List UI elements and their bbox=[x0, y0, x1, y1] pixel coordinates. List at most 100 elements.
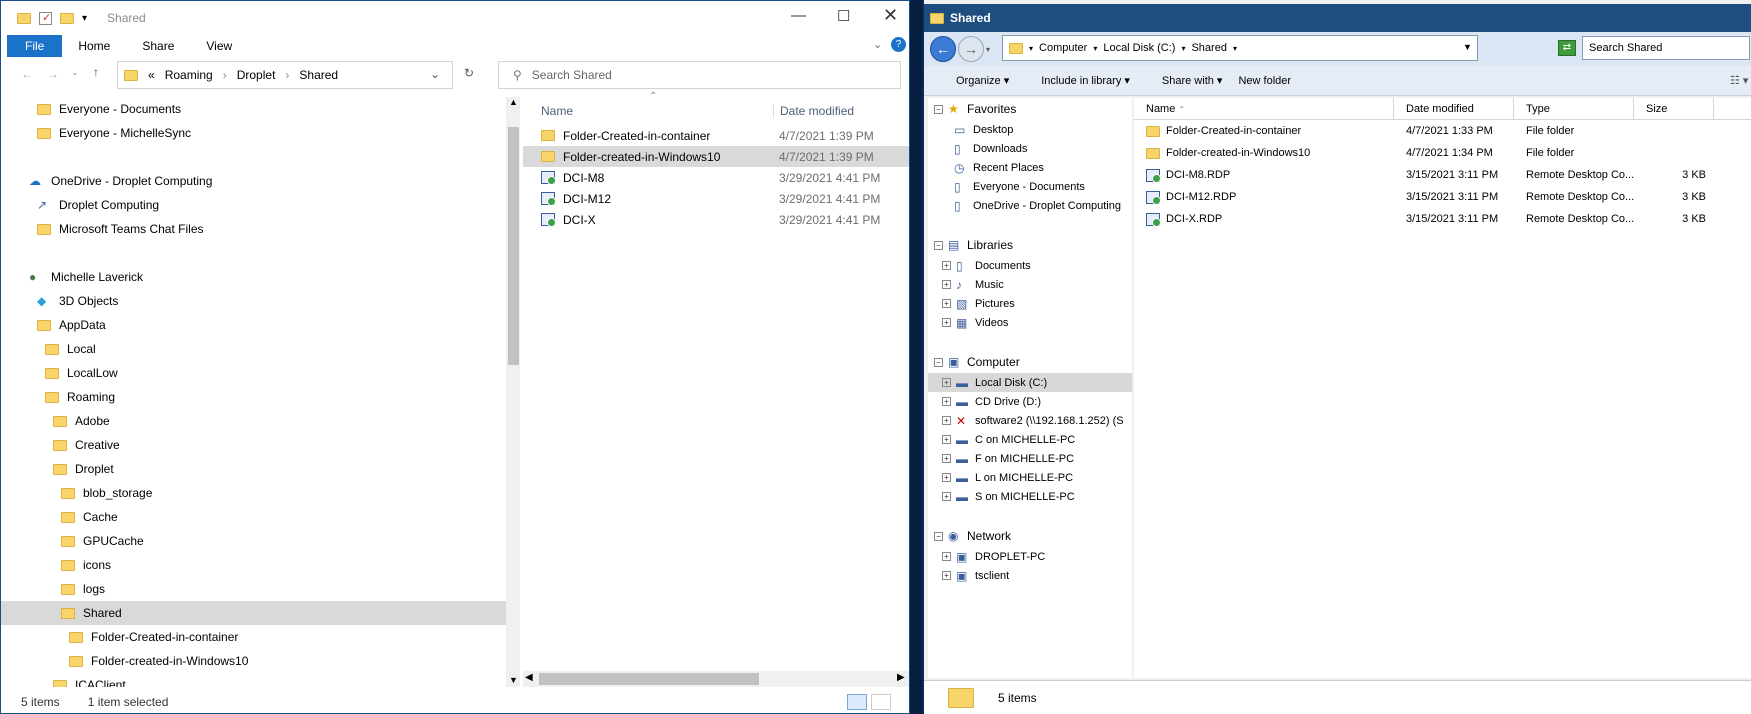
organize-button[interactable]: Organize ▾ bbox=[940, 74, 1009, 87]
scroll-up-icon[interactable]: ▲ bbox=[509, 97, 518, 107]
view-options-icon[interactable]: ☷ ▾ bbox=[1730, 74, 1748, 87]
tree-item[interactable]: Cache bbox=[1, 505, 506, 529]
address-bar[interactable]: ▾ Computer ▾ Local Disk (C:) ▾ Shared ▾ … bbox=[1002, 35, 1478, 61]
nav-item[interactable]: + ▣ DROPLET-PC bbox=[928, 547, 1132, 566]
breadcrumb-computer[interactable]: Computer bbox=[1039, 42, 1087, 54]
breadcrumb-shared[interactable]: Shared bbox=[299, 68, 338, 82]
nav-item[interactable]: + ▯ Documents bbox=[928, 256, 1132, 275]
expand-ribbon-icon[interactable]: ⌄ bbox=[873, 38, 882, 51]
nav-item[interactable]: + ▦ Videos bbox=[928, 313, 1132, 332]
address-dropdown-icon[interactable]: ⌄ bbox=[430, 67, 440, 81]
search-input[interactable]: Search Shared bbox=[1582, 36, 1750, 60]
tree-item[interactable]: logs bbox=[1, 577, 506, 601]
column-date-modified[interactable]: Date modified bbox=[773, 104, 854, 118]
scroll-right-icon[interactable]: ▶ bbox=[897, 672, 905, 683]
tree-item[interactable]: Local bbox=[1, 337, 506, 361]
collapse-icon[interactable]: − bbox=[934, 104, 943, 114]
tree-item[interactable]: ICAClient bbox=[1, 673, 506, 687]
scroll-down-icon[interactable]: ▼ bbox=[509, 675, 518, 685]
recent-dropdown-icon[interactable]: ▾ bbox=[986, 45, 990, 54]
tree-item[interactable]: LocalLow bbox=[1, 361, 506, 385]
breadcrumb-shared[interactable]: Shared bbox=[1191, 42, 1226, 54]
nav-item[interactable]: + ▬ F on MICHELLE-PC bbox=[928, 449, 1132, 468]
nav-item[interactable]: + ▬ S on MICHELLE-PC bbox=[928, 487, 1132, 506]
back-arrow-icon[interactable]: ← bbox=[21, 67, 33, 81]
chevron-down-icon[interactable]: ▾ bbox=[1029, 44, 1033, 53]
breadcrumb-roaming[interactable]: Roaming bbox=[165, 68, 213, 82]
tree-item[interactable]: ● Michelle Laverick bbox=[1, 265, 506, 289]
chevron-down-icon[interactable]: ▾ bbox=[1233, 44, 1237, 53]
tree-item[interactable]: AppData bbox=[1, 313, 506, 337]
expand-icon[interactable]: + bbox=[942, 397, 951, 406]
expand-icon[interactable]: + bbox=[942, 280, 951, 289]
expand-icon[interactable]: + bbox=[942, 261, 951, 270]
back-arrow-icon[interactable]: ← bbox=[930, 36, 956, 62]
file-row[interactable]: Folder-Created-in-container 4/7/2021 1:33… bbox=[1134, 120, 1751, 142]
forward-arrow-icon[interactable]: → bbox=[958, 36, 984, 62]
qat-dropdown-icon[interactable]: ▾ bbox=[82, 13, 87, 24]
tree-item[interactable]: Droplet bbox=[1, 457, 506, 481]
tree-item[interactable]: icons bbox=[1, 553, 506, 577]
chevron-down-icon[interactable]: ▾ bbox=[1181, 44, 1185, 53]
tree-item[interactable]: GPUCache bbox=[1, 529, 506, 553]
nav-item[interactable]: + ✕ software2 (\\192.168.1.252) (S bbox=[928, 411, 1132, 430]
collapse-icon[interactable]: − bbox=[934, 357, 943, 367]
tab-home[interactable]: Home bbox=[62, 35, 126, 57]
nav-item[interactable]: − ★ Favorites bbox=[928, 98, 1132, 120]
expand-icon[interactable]: + bbox=[942, 435, 951, 444]
collapse-icon[interactable]: − bbox=[934, 531, 943, 541]
expand-icon[interactable]: + bbox=[942, 492, 951, 501]
nav-item[interactable]: ▭ Desktop bbox=[928, 120, 1132, 139]
share-with-button[interactable]: Share with ▾ bbox=[1146, 74, 1223, 87]
nav-item[interactable]: + ▬ L on MICHELLE-PC bbox=[928, 468, 1132, 487]
tree-item[interactable]: Everyone - MichelleSync bbox=[1, 121, 506, 145]
refresh-icon[interactable]: ↻ bbox=[464, 66, 474, 80]
nav-item[interactable]: ▯ Downloads bbox=[928, 139, 1132, 158]
nav-item[interactable]: − ▤ Libraries bbox=[928, 234, 1132, 256]
address-dropdown-icon[interactable]: ▼ bbox=[1463, 42, 1472, 52]
expand-icon[interactable]: + bbox=[942, 454, 951, 463]
chevron-down-icon[interactable]: ▾ bbox=[1093, 44, 1097, 53]
tree-item[interactable]: ↗ Droplet Computing bbox=[1, 193, 506, 217]
nav-item[interactable]: − ◉ Network bbox=[928, 525, 1132, 547]
tree-item[interactable]: Folder-Created-in-container bbox=[1, 625, 506, 649]
nav-item[interactable]: ▯ OneDrive - Droplet Computing bbox=[928, 196, 1132, 215]
scrollbar-thumb[interactable] bbox=[539, 673, 759, 685]
scroll-left-icon[interactable]: ◀ bbox=[525, 672, 533, 683]
details-view-icon[interactable] bbox=[847, 694, 867, 710]
tree-item[interactable]: Folder-created-in-Windows10 bbox=[1, 649, 506, 673]
navigation-pane-scrollbar[interactable]: ▲ ▼ bbox=[506, 97, 520, 687]
address-bar[interactable]: « Roaming › Droplet › Shared ⌄ bbox=[117, 61, 453, 89]
tree-item[interactable]: Roaming bbox=[1, 385, 506, 409]
column-name[interactable]: Name bbox=[523, 104, 773, 118]
breadcrumb-droplet[interactable]: Droplet bbox=[237, 68, 276, 82]
new-folder-icon[interactable] bbox=[60, 12, 74, 24]
forward-arrow-icon[interactable]: → bbox=[47, 67, 59, 81]
expand-icon[interactable]: + bbox=[942, 473, 951, 482]
file-row[interactable]: DCI-M8 3/29/2021 4:41 PM bbox=[523, 167, 909, 188]
recent-dropdown-icon[interactable]: ⌄ bbox=[71, 67, 79, 78]
nav-item[interactable]: − ▣ Computer bbox=[928, 351, 1132, 373]
nav-item[interactable]: + ▣ tsclient bbox=[928, 566, 1132, 585]
tree-item[interactable]: Everyone - Documents bbox=[1, 97, 506, 121]
tab-file[interactable]: File bbox=[7, 35, 63, 57]
tab-share[interactable]: Share bbox=[126, 35, 190, 57]
tree-item[interactable]: Creative bbox=[1, 433, 506, 457]
column-date-modified[interactable]: Date modified bbox=[1394, 97, 1514, 120]
expand-icon[interactable]: + bbox=[942, 378, 951, 387]
tree-item[interactable]: Adobe bbox=[1, 409, 506, 433]
breadcrumb-overflow[interactable]: « bbox=[148, 68, 155, 82]
include-in-library-button[interactable]: Include in library ▾ bbox=[1025, 74, 1130, 87]
maximize-icon[interactable]: ☐ bbox=[837, 7, 850, 25]
nav-item[interactable]: + ▧ Pictures bbox=[928, 294, 1132, 313]
refresh-icon[interactable]: ⇄ bbox=[1558, 40, 1576, 56]
file-row[interactable]: DCI-M12 3/29/2021 4:41 PM bbox=[523, 188, 909, 209]
up-arrow-icon[interactable]: ↑ bbox=[93, 65, 99, 79]
file-row[interactable]: Folder-Created-in-container 4/7/2021 1:39… bbox=[523, 125, 909, 146]
nav-item[interactable]: ◷ Recent Places bbox=[928, 158, 1132, 177]
new-folder-button[interactable]: New folder bbox=[1238, 75, 1291, 87]
file-row[interactable]: Folder-created-in-Windows10 4/7/2021 1:39… bbox=[523, 146, 909, 167]
file-row[interactable]: DCI-M12.RDP 3/15/2021 3:11 PM Remote Deskt… bbox=[1134, 186, 1751, 208]
tab-view[interactable]: View bbox=[190, 35, 248, 57]
expand-icon[interactable]: + bbox=[942, 416, 951, 425]
